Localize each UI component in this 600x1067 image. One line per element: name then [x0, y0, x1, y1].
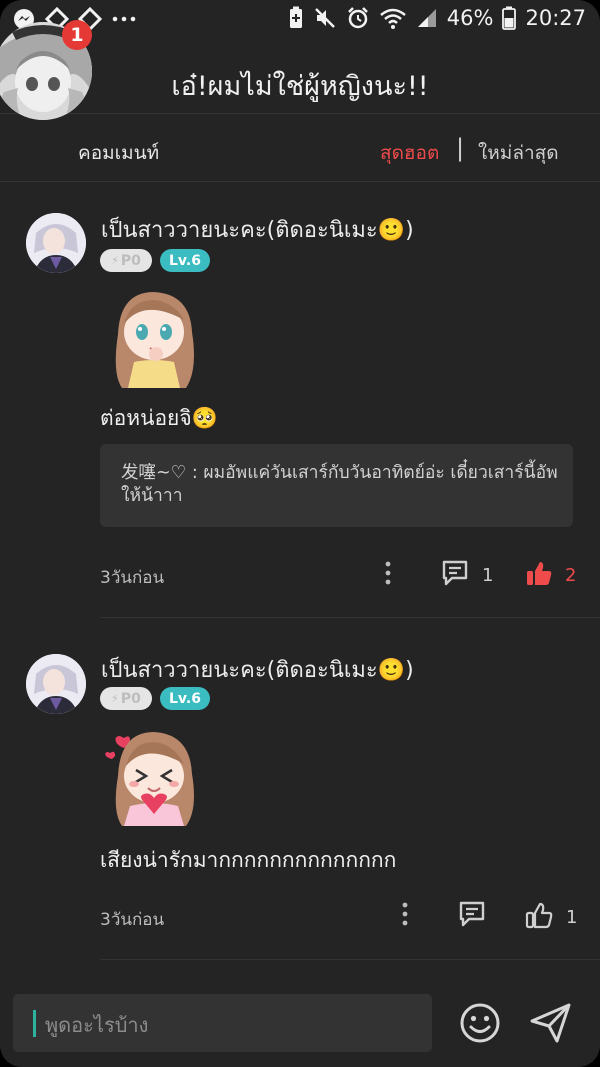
tab-hottest[interactable]: สุดฮอต	[380, 138, 439, 168]
like-count: 2	[565, 565, 577, 586]
tab-separator: |	[456, 134, 465, 162]
more-options-icon[interactable]	[381, 560, 395, 586]
like-button[interactable]: 1	[524, 900, 577, 935]
like-button[interactable]: 2	[525, 559, 576, 592]
comment-time: 3วันก่อน	[100, 910, 165, 930]
signal-icon	[416, 7, 438, 29]
reply-preview[interactable]: 发噻~♡ : ผมอัพแค่วันเสาร์กับวันอาทิตย์อ่ะ …	[100, 444, 573, 527]
points-badge: ⚡ P0	[100, 687, 152, 710]
alarm-icon	[346, 6, 370, 30]
notification-badge[interactable]: 1	[62, 20, 92, 50]
reply-button[interactable]	[457, 899, 499, 934]
clock: 20:27	[525, 6, 586, 30]
comments-heading: คอมเมนท์	[78, 142, 160, 164]
comment-item: เป็นสาววายนะคะ(ติดอะนิเมะ🙂) ⚡ P0 Lv.6 ต่…	[0, 182, 600, 618]
reply-button[interactable]: 1	[440, 558, 493, 593]
comment-input-placeholder: พูดอะไรบ้าง	[45, 1013, 149, 1037]
battery-percent: 46%	[446, 6, 494, 30]
status-bar-system: 46% 20:27	[288, 6, 586, 30]
emoji-button[interactable]	[459, 1002, 501, 1044]
points-badge-label: P0	[120, 690, 141, 707]
thumbs-up-icon	[524, 900, 554, 935]
comment-input[interactable]: พูดอะไรบ้าง	[13, 994, 432, 1052]
sticker-image	[104, 284, 204, 388]
comment-text: เสียงน่ารักมากกกกกกกกกกกกกก	[100, 848, 397, 872]
send-button[interactable]	[528, 1001, 574, 1045]
comment-time: 3วันก่อน	[100, 568, 165, 588]
comment-item: เป็นสาววายนะคะ(ติดอะนิเมะ🙂) ⚡ P0 Lv.6 เส…	[0, 620, 600, 960]
tab-newest[interactable]: ใหม่ล่าสุด	[478, 138, 559, 168]
points-badge-label: P0	[120, 252, 141, 269]
reply-count: 1	[482, 565, 494, 586]
comment-icon	[457, 899, 487, 934]
comment-divider	[100, 959, 600, 960]
lightning-icon: ⚡	[111, 254, 119, 267]
points-badge: ⚡ P0	[100, 249, 152, 272]
sticker-image	[104, 722, 204, 826]
level-badge: Lv.6	[160, 687, 210, 710]
comment-tab-bar: คอมเมนท์ สุดฮอต | ใหม่ล่าสุด	[0, 113, 600, 182]
more-notifications-icon	[111, 14, 137, 24]
level-badge: Lv.6	[160, 249, 210, 272]
more-options-icon[interactable]	[398, 901, 412, 927]
wifi-icon	[379, 6, 407, 30]
lightning-icon: ⚡	[111, 692, 119, 705]
battery-saver-icon	[288, 6, 304, 30]
commenter-avatar[interactable]	[26, 213, 86, 273]
comment-input-bar: พูดอะไรบ้าง	[0, 982, 600, 1067]
text-caret	[33, 1010, 36, 1037]
commenter-name[interactable]: เป็นสาววายนะคะ(ติดอะนิเมะ🙂)	[101, 212, 414, 247]
comment-divider	[100, 617, 600, 618]
comment-icon	[440, 558, 470, 593]
send-icon	[530, 1003, 571, 1043]
reply-author: 发噻~♡	[121, 463, 187, 483]
commenter-name[interactable]: เป็นสาววายนะคะ(ติดอะนิเมะ🙂)	[101, 652, 414, 687]
reply-text: : ผมอัพแค่วันเสาร์กับวันอาทิตย์อ่ะ เดี๋ย…	[121, 463, 558, 506]
comment-text: ต่อหน่อยจิ🥺	[100, 406, 218, 430]
thumbs-up-filled-icon	[525, 559, 553, 592]
emoji-icon	[460, 1003, 500, 1043]
like-count: 1	[566, 907, 578, 928]
battery-icon	[502, 6, 517, 30]
mute-icon	[313, 6, 337, 30]
app-screen: 46% 20:27 เอ๋!ผมไม่ใช่ผู้หญิงนะ!! 1 คอมเ…	[0, 0, 600, 1067]
commenter-avatar[interactable]	[26, 654, 86, 714]
